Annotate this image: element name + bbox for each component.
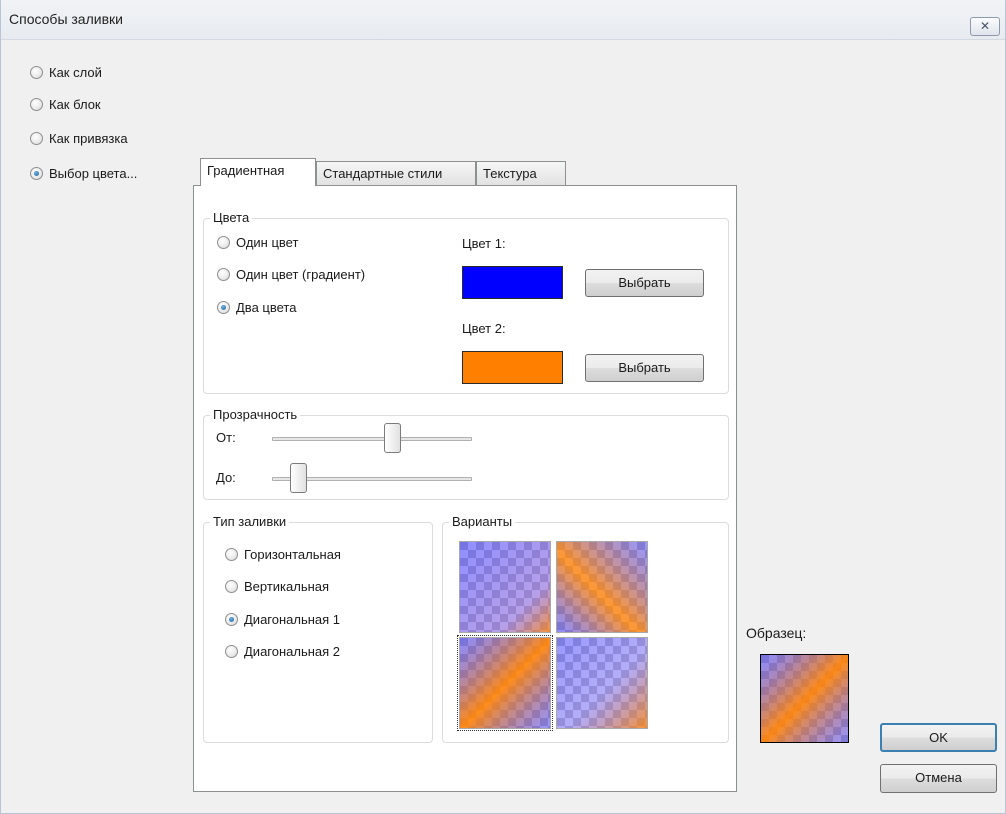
close-button[interactable]: ✕ [970,17,1000,36]
radio-button[interactable] [217,267,230,281]
fill-type-group: Тип заливки Горизонтальная Вертикальная … [203,514,433,743]
radio-horizontal[interactable]: Горизонтальная [225,544,341,564]
transparency-group: Прозрачность От: До: [203,407,729,500]
radio-button[interactable] [225,612,238,626]
variant-preview-2[interactable] [556,541,648,633]
from-slider-track [272,437,472,441]
colors-group-title: Цвета [210,210,253,225]
radio-label: Как слой [49,64,102,80]
tab-label: Градиентная [207,163,285,178]
tab-texture[interactable]: Текстура [476,161,566,186]
radio-button[interactable] [217,300,230,314]
radio-label: Один цвет (градиент) [236,266,366,282]
tab-label: Стандартные стили [323,166,443,181]
choose-color1-button[interactable]: Выбрать [585,269,704,297]
button-label: OK [929,730,948,745]
radio-single-color[interactable]: Один цвет [217,232,298,252]
radio-button[interactable] [30,166,43,180]
variant-preview-1[interactable] [459,541,551,633]
tab-label: Текстура [483,166,537,181]
radio-as-layer[interactable]: Как слой [30,62,102,82]
radio-single-color-gradient[interactable]: Один цвет (градиент) [217,264,365,284]
radio-button[interactable] [225,547,238,561]
radio-label: Вертикальная [244,578,330,594]
button-label: Выбрать [618,275,671,290]
radio-label: Выбор цвета... [49,165,138,181]
radio-diagonal-1[interactable]: Диагональная 1 [225,609,340,629]
sample-label: Образец: [746,625,807,641]
window-title: Способы заливки [9,11,123,27]
fill-methods-dialog: Способы заливки ✕ Как слой Как блок Как … [0,0,1006,814]
choose-color2-button[interactable]: Выбрать [585,354,704,382]
radio-color-choice[interactable]: Выбор цвета... [30,163,137,183]
color2-swatch [462,351,563,384]
tab-standard-styles[interactable]: Стандартные стили [316,161,476,186]
radio-label: Как привязка [49,130,128,146]
variants-group-title: Варианты [449,514,516,529]
radio-as-block[interactable]: Как блок [30,94,101,114]
radio-diagonal-2[interactable]: Диагональная 2 [225,641,340,661]
tab-panel-gradient: Цвета Один цвет Один цвет (градиент) Два… [193,185,737,792]
radio-vertical[interactable]: Вертикальная [225,576,329,596]
from-label: От: [216,430,236,445]
color2-label: Цвет 2: [462,321,506,336]
cancel-button[interactable]: Отмена [880,764,997,793]
color1-swatch [462,266,563,299]
variant-preview-3[interactable] [457,635,553,731]
to-label: До: [216,470,236,485]
button-label: Выбрать [618,360,671,375]
radio-label: Диагональная 2 [244,643,341,659]
to-slider-thumb[interactable] [289,463,307,493]
radio-label: Один цвет [236,234,299,250]
radio-as-binding[interactable]: Как привязка [30,128,128,148]
radio-button[interactable] [30,65,43,79]
tab-gradient[interactable]: Градиентная [200,158,316,186]
radio-button[interactable] [30,97,43,111]
radio-two-colors[interactable]: Два цвета [217,297,296,317]
radio-button[interactable] [225,579,238,593]
radio-label: Горизонтальная [244,546,341,562]
sample-preview [760,654,849,743]
ok-button[interactable]: OK [880,723,997,752]
color1-label: Цвет 1: [462,236,506,251]
radio-label: Диагональная 1 [244,611,341,627]
radio-button[interactable] [30,131,43,145]
from-slider-thumb[interactable] [383,423,401,453]
transparency-group-title: Прозрачность [210,407,301,422]
button-label: Отмена [915,770,962,785]
colors-group: Цвета Один цвет Один цвет (градиент) Два… [203,210,729,394]
radio-label: Два цвета [236,299,297,315]
fill-type-group-title: Тип заливки [210,514,290,529]
variant-preview-4[interactable] [556,637,648,729]
variants-group: Варианты [442,514,729,743]
title-bar: Способы заливки ✕ [1,0,1005,40]
radio-button[interactable] [225,644,238,658]
radio-button[interactable] [217,235,230,249]
radio-label: Как блок [49,96,101,112]
close-icon: ✕ [979,19,991,33]
